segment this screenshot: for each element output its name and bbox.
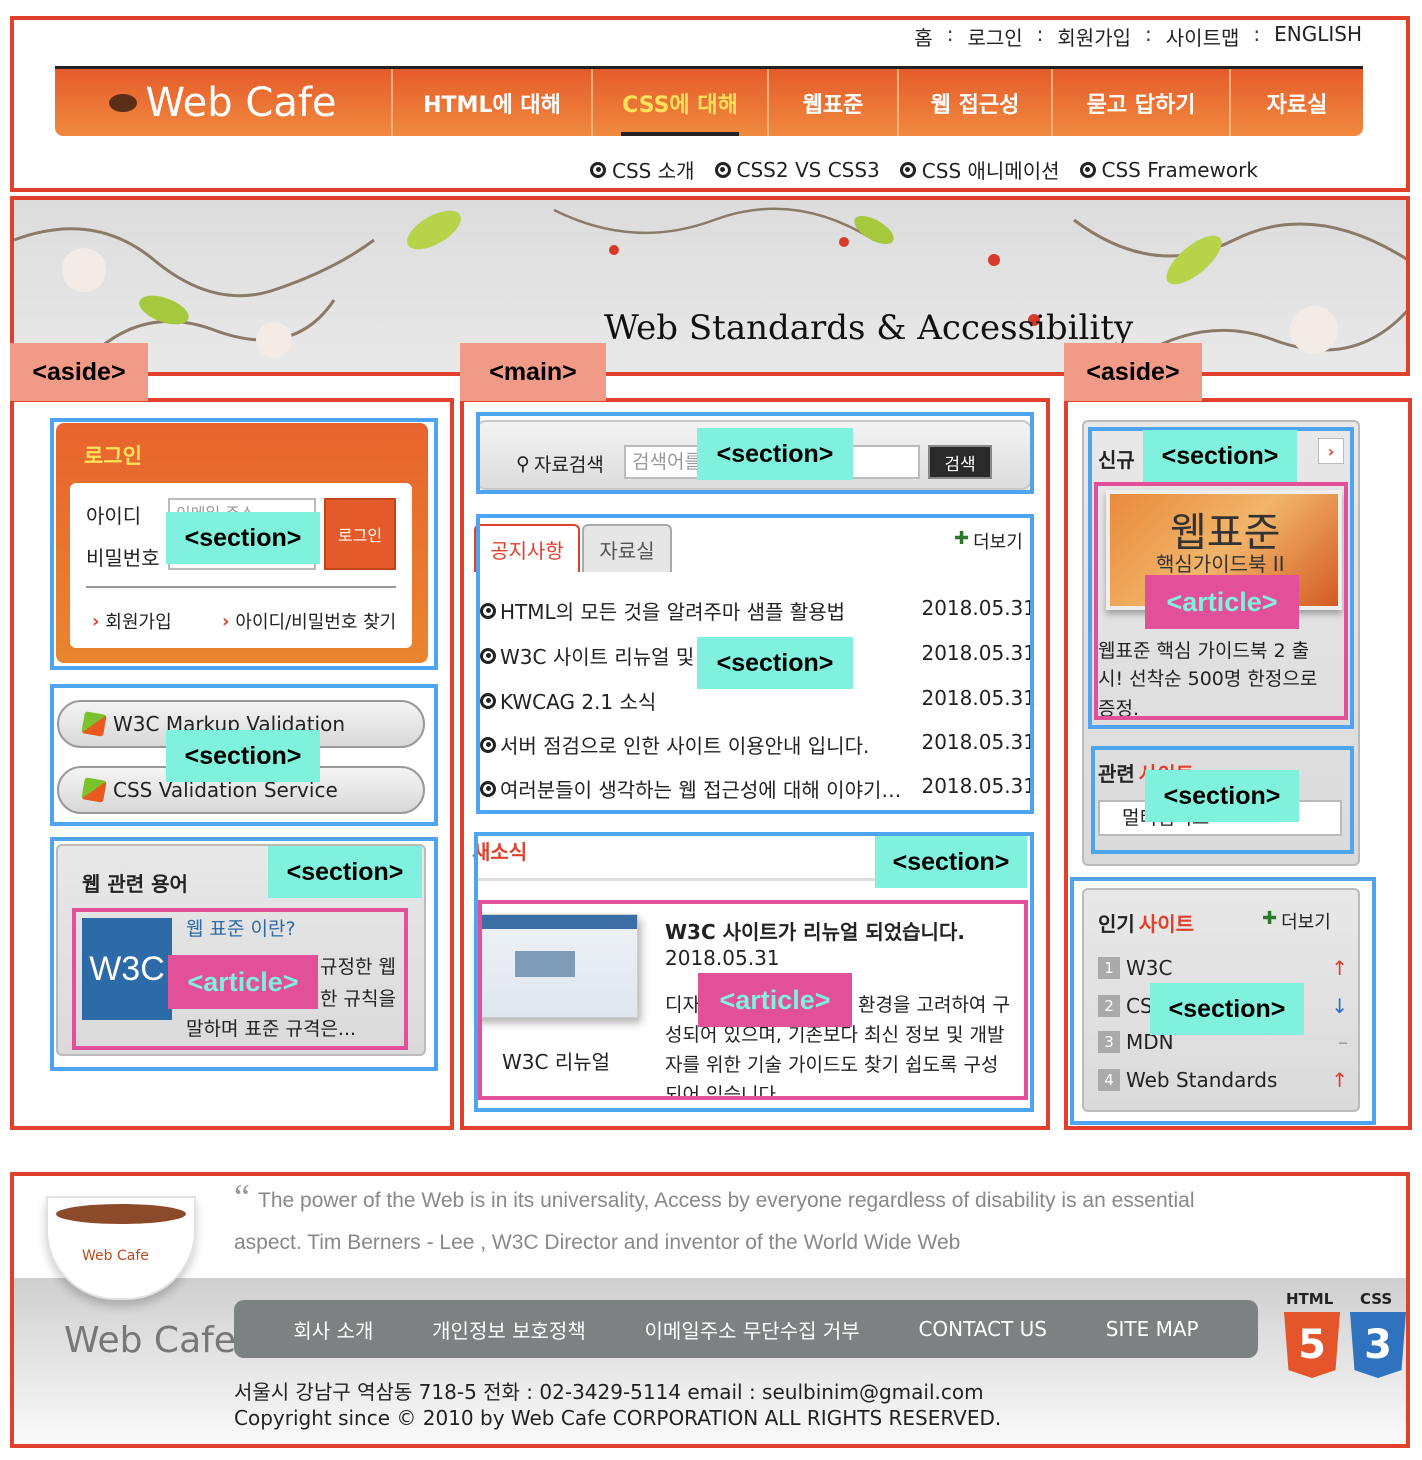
footer-link-sitemap[interactable]: SITE MAP (1106, 1317, 1199, 1341)
subnav-item[interactable]: CSS2 VS CSS3 (714, 155, 880, 184)
nav-web-standards[interactable]: 웹표준 (769, 69, 899, 136)
quote-line-1: The power of the Web is in its universal… (258, 1189, 1195, 1212)
subnav-label: CSS2 VS CSS3 (736, 157, 880, 182)
subnav-item[interactable]: CSS 소개 (590, 155, 695, 184)
main-nav: Web Cafe HTML에 대해 CSS에 대해 웹표준 웹 접근성 묻고 답… (55, 66, 1363, 136)
main-tag: <main> (460, 343, 606, 401)
subnav-item[interactable]: CSS 애니메이션 (899, 155, 1060, 184)
article-tag: <article> (168, 955, 318, 1009)
footer-logo: Web Cafe (64, 1320, 236, 1361)
nav-css[interactable]: CSS에 대해 (593, 69, 769, 136)
util-sitemap-link[interactable]: 사이트맵 (1166, 22, 1240, 51)
section-tag: <section> (697, 637, 853, 689)
nav-qna[interactable]: 묻고 답하기 (1053, 69, 1231, 136)
site-logo[interactable]: Web Cafe (55, 69, 393, 136)
subnav-label: CSS 소개 (612, 159, 695, 183)
subnav-label: CSS 애니메이션 (921, 159, 1060, 183)
sub-nav: CSS 소개 CSS2 VS CSS3 CSS 애니메이션 CSS Framew… (590, 155, 1258, 184)
nav-library[interactable]: 자료실 (1231, 69, 1363, 136)
article-tag: <article> (698, 973, 852, 1027)
footer-nav: 회사 소개 개인정보 보호정책 이메일주소 무단수집 거부 CONTACT US… (234, 1300, 1258, 1358)
footer-copyright: Copyright since © 2010 by Web Cafe CORPO… (234, 1406, 1002, 1430)
section-tag: <section> (166, 730, 320, 782)
section-tag: <section> (1145, 770, 1299, 822)
nav-accessibility[interactable]: 웹 접근성 (899, 69, 1053, 136)
bullet-icon (1079, 161, 1096, 178)
utility-links: 홈 : 로그인 : 회원가입 : 사이트맵 : ENGLISH (914, 22, 1362, 51)
bullet-icon (714, 161, 731, 178)
article-tag: <article> (1145, 575, 1299, 629)
footer-link-privacy[interactable]: 개인정보 보호정책 (432, 1315, 586, 1344)
quote-line-2: aspect. Tim Berners - Lee , W3C Director… (234, 1231, 961, 1254)
banner-title: Web Standards & Accessibility (604, 308, 1134, 348)
css3-icon: 3 (1350, 1312, 1406, 1378)
section-tag: <section> (1143, 430, 1297, 482)
footer-address: 서울시 강남구 역삼동 718-5 전화 : 02-3429-5114 emai… (234, 1380, 984, 1404)
util-separator: : (1253, 22, 1261, 46)
section-tag: <section> (875, 836, 1027, 888)
util-login-link[interactable]: 로그인 (967, 22, 1022, 51)
section-tag: <section> (697, 428, 853, 480)
subnav-item[interactable]: CSS Framework (1079, 155, 1258, 184)
subnav-label: CSS Framework (1101, 157, 1258, 182)
cup-logo-text: Web Cafe (82, 1248, 149, 1264)
section-tag: <section> (268, 846, 422, 898)
section-tag: <section> (166, 512, 320, 564)
html5-label: HTML (1286, 1290, 1334, 1308)
util-join-link[interactable]: 회원가입 (1057, 22, 1131, 51)
logo-text: Web Cafe (145, 79, 337, 126)
footer-link-email-policy[interactable]: 이메일주소 무단수집 거부 (645, 1315, 860, 1344)
coffee-bean-icon (109, 93, 138, 112)
bullet-icon (899, 161, 916, 178)
util-english-link[interactable]: ENGLISH (1274, 22, 1362, 51)
html5-icon: 5 (1284, 1312, 1340, 1378)
aside-tag: <aside> (1064, 343, 1202, 401)
util-separator: : (946, 22, 954, 46)
util-separator: : (1036, 22, 1044, 46)
bullet-icon (590, 161, 606, 178)
coffee-surface (56, 1204, 186, 1224)
css3-label: CSS (1360, 1290, 1393, 1308)
footer-link-contact[interactable]: CONTACT US (918, 1317, 1047, 1341)
util-separator: : (1145, 22, 1152, 46)
footer-link-company[interactable]: 회사 소개 (293, 1315, 373, 1344)
section-tag: <section> (1150, 983, 1304, 1035)
util-home-link[interactable]: 홈 (914, 22, 932, 51)
footer-quote: The power of the Web is in its universal… (234, 1180, 1234, 1264)
nav-html[interactable]: HTML에 대해 (393, 69, 593, 136)
aside-tag: <aside> (10, 343, 148, 401)
